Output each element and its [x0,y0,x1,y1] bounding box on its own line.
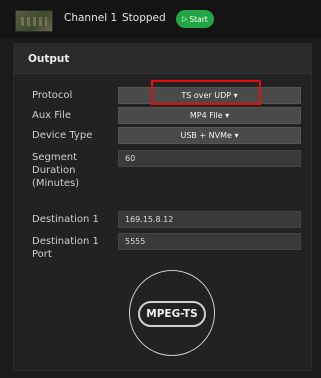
destination-label: Destination 1 [32,214,99,225]
aux-file-label: Aux File [32,110,72,121]
aux-file-dropdown[interactable]: MP4 File ▾ [118,107,301,124]
destination-port-label-2: Port [32,249,52,260]
destination-input[interactable]: 169.15.8.12 [118,211,301,228]
segment-duration-input[interactable]: 60 [118,150,301,167]
status-label: Stopped [122,12,166,24]
channel-bar: Channel 1 Stopped ▷ Start [0,0,321,38]
protocol-label: Protocol [32,90,73,101]
channel-label: Channel 1 [64,12,118,24]
device-type-dropdown[interactable]: USB + NVMe ▾ [118,127,301,144]
destination-port-input[interactable]: 5555 [118,233,301,250]
play-icon: ▷ [182,15,188,23]
panel-title: Output [14,44,311,74]
destination-port-label-1: Destination 1 [32,236,99,247]
start-button[interactable]: ▷ Start [176,10,214,28]
channel-thumbnail[interactable] [15,10,53,32]
segment-duration-label-2: Duration [32,165,76,176]
segment-duration-label-3: (Minutes) [32,178,80,189]
start-button-label: Start [189,14,208,24]
protocol-highlight-box [151,80,261,105]
mpeg-ts-logo: MPEG-TS [138,301,206,327]
segment-duration-label-1: Segment [32,152,77,163]
device-type-label: Device Type [32,130,93,141]
